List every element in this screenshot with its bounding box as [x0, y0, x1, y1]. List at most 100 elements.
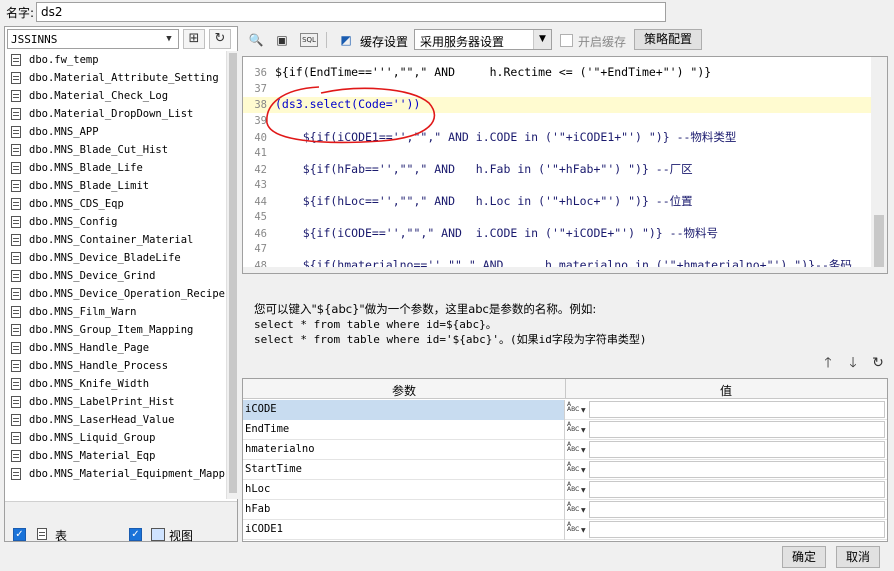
table-view-filter: ✓ 表 ✓ 视图 [5, 501, 237, 543]
parameter-value-input[interactable] [589, 441, 885, 458]
cancel-button[interactable]: 取消 [836, 546, 880, 568]
editor-scrollbar[interactable] [871, 57, 887, 273]
ok-button[interactable]: 确定 [782, 546, 826, 568]
parameter-value-input[interactable] [589, 461, 885, 478]
save-button[interactable]: ▣ [272, 30, 292, 50]
preview-button[interactable]: 🔍 [246, 30, 266, 50]
table-list-item[interactable]: dbo.MNS_APP [7, 123, 225, 141]
parameter-name[interactable]: hLoc [243, 480, 565, 500]
enable-cache-checkbox[interactable] [560, 34, 573, 47]
parameter-row[interactable]: StartTime A ABC ▼ [243, 460, 887, 480]
table-list-item[interactable]: dbo.MNS_Group_Item_Mapping [7, 321, 225, 339]
sql-icon: SQL [302, 36, 316, 44]
parameter-name[interactable]: hFab [243, 500, 565, 520]
parameter-value-input[interactable] [589, 501, 885, 518]
table-icon [11, 378, 21, 390]
parameter-row[interactable]: iCODE A ABC ▼ [243, 400, 887, 420]
parameter-value-input[interactable] [589, 521, 885, 538]
sql-editor[interactable]: 4948 ${if(hmaterialno=='',""," AND h.mat… [242, 56, 888, 274]
show-views-checkbox[interactable]: ✓ [129, 528, 142, 541]
table-list-item[interactable]: dbo.Material_Check_Log [7, 87, 225, 105]
name-row: 名字: [0, 0, 894, 24]
name-label: 名字: [6, 6, 35, 20]
string-type-icon[interactable]: A ABC ▼ [567, 422, 587, 438]
table-list-item[interactable]: dbo.Material_Attribute_Setting [7, 69, 225, 87]
string-type-icon[interactable]: A ABC ▼ [567, 442, 587, 458]
table-list-item[interactable]: dbo.MNS_Film_Warn [7, 303, 225, 321]
parameter-row[interactable]: hLoc A ABC ▼ [243, 480, 887, 500]
table-list-item[interactable]: dbo.MNS_CDS_Eqp [7, 195, 225, 213]
table-list-item[interactable]: dbo.MNS_Device_Operation_Recipe [7, 285, 225, 303]
table-name: dbo.Material_Attribute_Setting [29, 72, 219, 84]
toolbar-separator [326, 32, 327, 48]
refresh-tables-button[interactable]: ↻ [209, 29, 231, 49]
table-list-item[interactable]: dbo.MNS_Blade_Limit [7, 177, 225, 195]
move-down-button[interactable]: 🡓 [845, 354, 861, 372]
table-list-item[interactable]: dbo.MNS_LabelPrint_Hist [7, 393, 225, 411]
table-name: dbo.MNS_Blade_Life [29, 162, 143, 174]
table-icon [11, 108, 21, 120]
string-type-icon[interactable]: A ABC ▼ [567, 462, 587, 478]
table-list-item[interactable]: dbo.MNS_Blade_Cut_Hist [7, 141, 225, 159]
table-list-item[interactable]: dbo.MNS_Handle_Process [7, 357, 225, 375]
table-list-item[interactable]: dbo.MNS_Config [7, 213, 225, 231]
table-icon [11, 432, 21, 444]
table-icon [11, 72, 21, 84]
table-list-item[interactable]: dbo.Material_DropDown_List [7, 105, 225, 123]
table-list-item[interactable]: dbo.MNS_Knife_Width [7, 375, 225, 393]
parameter-value-input[interactable] [589, 421, 885, 438]
table-icon [11, 396, 21, 408]
table-icon [11, 360, 21, 372]
sql-toolbar: 🔍 ▣ SQL ◩ 缓存设置 采用服务器设置 ▼ 开启缓存 策略配置 [242, 28, 888, 52]
parameter-value-input[interactable] [589, 481, 885, 498]
parameter-name[interactable]: EndTime [243, 420, 565, 440]
dataset-name-input[interactable] [36, 2, 666, 22]
sql-format-button[interactable]: SQL [300, 33, 318, 47]
table-name: dbo.fw_temp [29, 54, 99, 66]
column-header-value: 值 [719, 384, 732, 398]
editor-horizontal-scrollbar[interactable] [243, 267, 871, 273]
table-icon [11, 144, 21, 156]
preview-table-button[interactable]: ⊞ [183, 29, 205, 49]
database-select[interactable]: JSSINNS ▼ [7, 29, 179, 49]
move-up-button[interactable]: 🡑 [820, 354, 836, 372]
table-list-item[interactable]: dbo.fw_temp [7, 51, 225, 69]
cache-settings-button[interactable]: ◩ [336, 30, 356, 50]
table-list-item[interactable]: dbo.MNS_Container_Material [7, 231, 225, 249]
parameter-name[interactable]: StartTime [243, 460, 565, 480]
scrollbar-thumb[interactable] [874, 215, 884, 267]
parameter-row[interactable]: hFab A ABC ▼ [243, 500, 887, 520]
cache-mode-select[interactable]: 采用服务器设置 ▼ [414, 29, 552, 50]
scrollbar-thumb[interactable] [229, 53, 237, 493]
code-line: 38 (ds3.select(Code='')) [243, 97, 873, 113]
table-list-item[interactable]: dbo.MNS_Liquid_Group [7, 429, 225, 447]
string-type-icon[interactable]: A ABC ▼ [567, 482, 587, 498]
table-icon [11, 252, 21, 264]
show-tables-checkbox[interactable]: ✓ [13, 528, 26, 541]
table-list-item[interactable]: dbo.MNS_Blade_Life [7, 159, 225, 177]
table-name: dbo.MNS_Group_Item_Mapping [29, 324, 194, 336]
table-icon [11, 324, 21, 336]
string-type-icon[interactable]: A ABC ▼ [567, 402, 587, 418]
table-list-item[interactable]: dbo.MNS_Device_Grind [7, 267, 225, 285]
parameter-name[interactable]: iCODE1 [243, 520, 565, 540]
table-list-item[interactable]: dbo.MNS_Handle_Page [7, 339, 225, 357]
parameter-value-input[interactable] [589, 401, 885, 418]
line-number: 46 [254, 228, 267, 240]
table-list-scrollbar[interactable] [226, 51, 238, 499]
table-list-item[interactable]: dbo.MNS_LaserHead_Value [7, 411, 225, 429]
table-icon [11, 270, 21, 282]
string-type-icon[interactable]: A ABC ▼ [567, 522, 587, 538]
strategy-config-button[interactable]: 策略配置 [634, 29, 702, 50]
refresh-params-button[interactable]: ↻ [870, 354, 886, 372]
parameter-name[interactable]: iCODE [243, 400, 565, 420]
table-list-item[interactable]: dbo.MNS_Device_BladeLife [7, 249, 225, 267]
parameter-name[interactable]: hmaterialno [243, 440, 565, 460]
parameter-row[interactable]: EndTime A ABC ▼ [243, 420, 887, 440]
line-number: 47 [254, 243, 267, 255]
table-list-item[interactable]: dbo.MNS_Material_Equipment_Mappin [7, 465, 225, 483]
table-list-item[interactable]: dbo.MNS_Material_Eqp [7, 447, 225, 465]
parameter-row[interactable]: hmaterialno A ABC ▼ [243, 440, 887, 460]
parameter-row[interactable]: iCODE1 A ABC ▼ [243, 520, 887, 540]
string-type-icon[interactable]: A ABC ▼ [567, 502, 587, 518]
